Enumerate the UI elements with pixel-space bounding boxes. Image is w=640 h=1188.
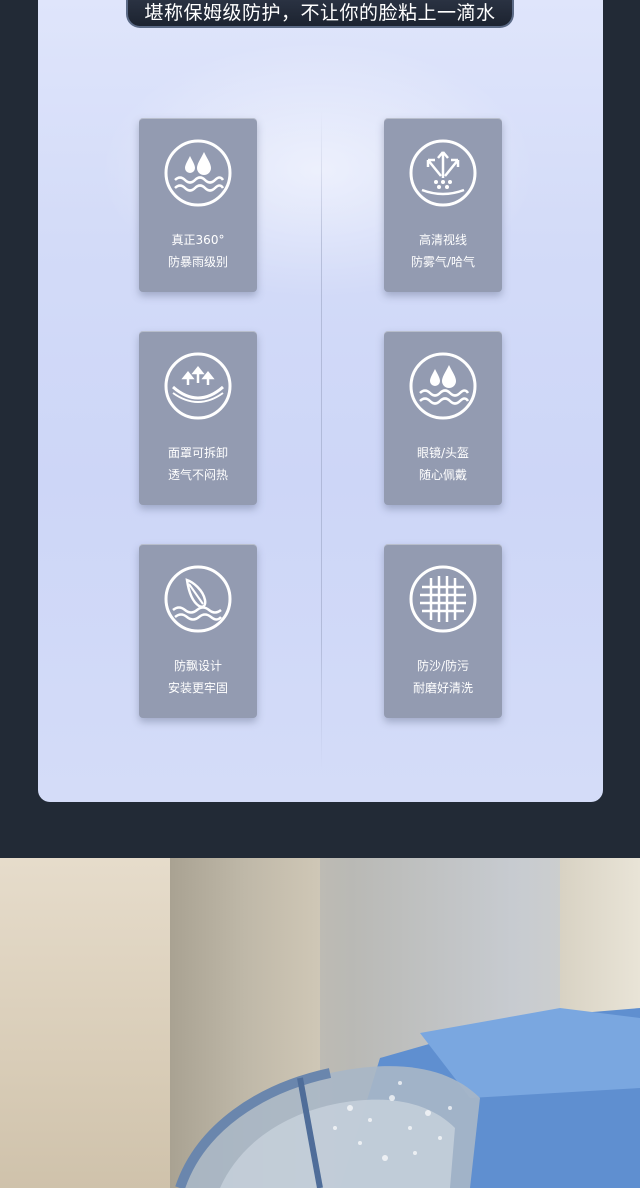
feature-card-breathable: 面罩可拆卸 透气不闷热 [139,331,257,505]
feature-subtitle: 防暴雨级别 [167,255,228,269]
feature-subtitle: 随心佩戴 [418,468,467,482]
feature-subtitle: 安装更牢固 [167,681,228,695]
features-panel [38,0,603,802]
raincover-photo-illustration [175,1008,640,1188]
rain-waves-icon [164,139,232,207]
feature-card-anti-flutter: 防飘设计 安装更牢固 [139,544,257,718]
feature-title: 防沙/防污 [416,659,470,673]
feature-title: 高清视线 [418,233,467,247]
mesh-grid-icon [409,565,477,633]
water-drops-icon [409,352,477,420]
feather-wind-icon [164,565,232,633]
feature-title: 面罩可拆卸 [167,446,228,460]
headline-banner: 堪称保姆级防护，不让你的脸粘上一滴水 [126,0,514,28]
feature-title: 真正360° [171,233,225,247]
clear-vision-arrows-icon [409,139,477,207]
feature-card-clear-vision: 高清视线 防雾气/哈气 [384,118,502,292]
center-divider [321,110,322,770]
headline-text: 堪称保姆级防护，不让你的脸粘上一滴水 [144,2,496,24]
feature-subtitle: 防雾气/哈气 [410,255,476,269]
feature-subtitle: 透气不闷热 [167,468,228,482]
feature-title: 防飘设计 [173,659,222,673]
product-photo [0,858,640,1188]
feature-card-dustproof: 防沙/防污 耐磨好清洗 [384,544,502,718]
feature-card-rainproof: 真正360° 防暴雨级别 [139,118,257,292]
feature-subtitle: 耐磨好清洗 [412,681,473,695]
feature-card-glasses-helmet: 眼镜/头盔 随心佩戴 [384,331,502,505]
feature-title: 眼镜/头盔 [416,446,470,460]
breathable-arrows-icon [164,352,232,420]
